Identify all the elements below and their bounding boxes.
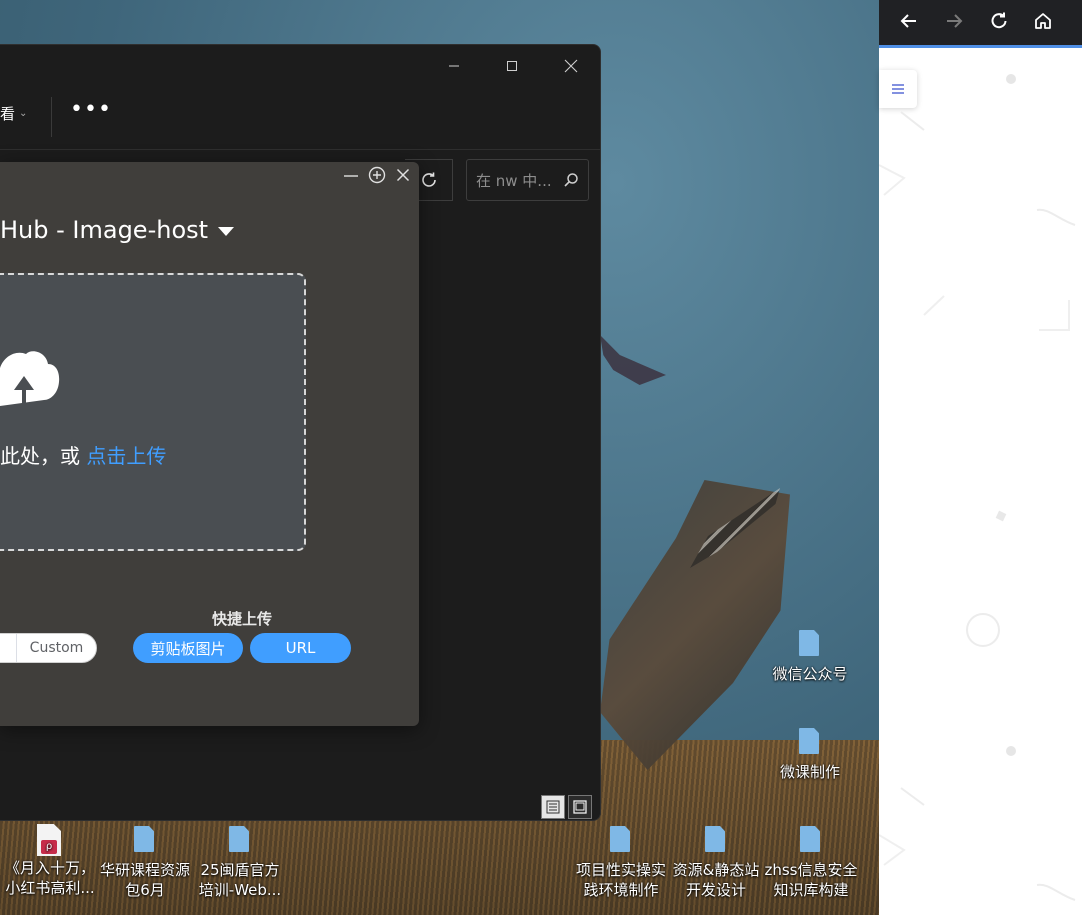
desktop-icon[interactable]: 资源&静态站 开发设计	[668, 826, 764, 900]
folder-file-icon	[705, 826, 727, 854]
more-options-button[interactable]: •••	[70, 99, 111, 129]
close-icon	[564, 59, 578, 73]
desktop-icon-label: 知识库构建	[773, 881, 849, 899]
minimize-icon	[344, 175, 358, 177]
search-input[interactable]: 在 nw 中...	[466, 159, 589, 201]
wallpaper-creature	[600, 335, 666, 385]
picbed-selector[interactable]: Hub - Image-host	[0, 216, 235, 244]
desktop-icon-label: 践环境制作	[583, 881, 659, 899]
pdf-file-icon: ρ	[37, 824, 63, 856]
image-upload-window: Hub - Image-host 此处，或 点击上传 快捷上传 s Custom…	[0, 162, 419, 726]
desktop-icon-label: 开发设计	[685, 881, 746, 899]
desktop-icon[interactable]: 项目性实操实 践环境制作	[573, 826, 669, 900]
view-mode-switcher	[541, 795, 592, 819]
background-decoration	[879, 74, 1076, 901]
format-segmented-control: s Custom	[0, 633, 97, 663]
clipboard-upload-button[interactable]: 剪贴板图片	[133, 633, 243, 663]
explorer-title-bar	[0, 45, 600, 85]
caret-down-icon	[218, 226, 235, 236]
desktop-icon[interactable]: ρ 《月入十万， 小红书高利...	[2, 824, 98, 898]
desktop-icon-label: 项目性实操实	[575, 861, 666, 879]
browser-toolbar	[879, 0, 1082, 48]
desktop-icon-label: 微课制作	[779, 763, 840, 781]
toolbar-divider-line	[0, 149, 600, 150]
desktop-icon-label: 资源&静态站	[672, 861, 760, 879]
reload-button[interactable]	[984, 8, 1014, 34]
desktop-icon[interactable]: 华研课程资源 包6月	[97, 826, 193, 900]
segment-option-custom[interactable]: Custom	[17, 634, 96, 662]
minimize-button[interactable]	[341, 165, 361, 185]
back-button[interactable]	[894, 8, 924, 34]
folder-file-icon	[229, 826, 251, 854]
details-view-button[interactable]	[541, 795, 565, 819]
desktop-icon-label: zhss信息安全	[764, 861, 858, 879]
folder-file-icon	[799, 630, 821, 658]
close-button[interactable]	[393, 165, 413, 185]
dropzone-hint: 此处，或 点击上传	[0, 440, 166, 469]
search-placeholder: 在 nw 中...	[476, 171, 552, 190]
desktop-icon-label: 微信公众号	[772, 665, 848, 683]
desktop-icon-label: 华研课程资源	[99, 861, 190, 879]
url-upload-button[interactable]: URL	[250, 633, 351, 663]
maximize-button[interactable]	[492, 51, 532, 81]
minimize-icon	[449, 65, 459, 67]
maximize-icon	[507, 61, 517, 71]
pin-button[interactable]	[367, 165, 387, 185]
segment-option[interactable]: s	[0, 634, 17, 662]
browser-panel	[879, 0, 1082, 915]
desktop-icon[interactable]: 微信公众号	[762, 630, 858, 684]
chevron-down-icon: ⌄	[19, 108, 28, 119]
picbed-title: Hub - Image-host	[0, 216, 209, 244]
refresh-icon	[422, 172, 436, 187]
desktop-icon[interactable]: 微课制作	[762, 728, 858, 782]
forward-button[interactable]	[939, 8, 969, 34]
view-menu-button[interactable]: 看 ⌄	[0, 103, 27, 124]
upload-dropzone[interactable]	[0, 273, 306, 551]
details-view-icon	[546, 800, 560, 814]
arrow-right-icon	[947, 14, 963, 28]
wallpaper-ship	[600, 480, 790, 770]
close-icon	[396, 168, 410, 182]
tiles-view-icon	[573, 800, 587, 814]
close-button[interactable]	[551, 51, 591, 81]
home-button[interactable]	[1028, 8, 1058, 34]
home-icon	[1035, 13, 1051, 29]
quick-upload-label: 快捷上传	[211, 610, 272, 628]
folder-file-icon	[799, 728, 821, 756]
search-icon	[564, 173, 578, 187]
desktop-icon-label: 25闽盾官方	[200, 861, 280, 879]
folder-file-icon	[800, 826, 822, 854]
click-upload-link[interactable]: 点击上传	[86, 444, 166, 468]
minimize-button[interactable]	[434, 51, 474, 81]
arrow-left-icon	[900, 14, 916, 28]
reload-icon	[991, 12, 1007, 29]
dropzone-hint-text: 此处，或	[0, 444, 80, 468]
explorer-toolbar: 看 ⌄ •••	[0, 89, 600, 149]
desktop-icon[interactable]: zhss信息安全 知识库构建	[763, 826, 859, 900]
desktop-icon-label: 《月入十万，	[4, 859, 95, 877]
folder-file-icon	[134, 826, 156, 854]
folder-file-icon	[610, 826, 632, 854]
toolbar-divider	[51, 97, 52, 137]
desktop-icon[interactable]: 25闽盾官方 培训-Web...	[192, 826, 288, 900]
view-menu-label: 看	[0, 105, 16, 123]
cloud-upload-icon	[0, 351, 60, 406]
desktop-icon-label: 小红书高利...	[5, 879, 95, 897]
plus-circle-icon	[368, 166, 386, 184]
tiles-view-button[interactable]	[568, 795, 592, 819]
desktop-icon-label: 培训-Web...	[198, 881, 282, 899]
desktop-icon-label: 包6月	[125, 881, 165, 899]
